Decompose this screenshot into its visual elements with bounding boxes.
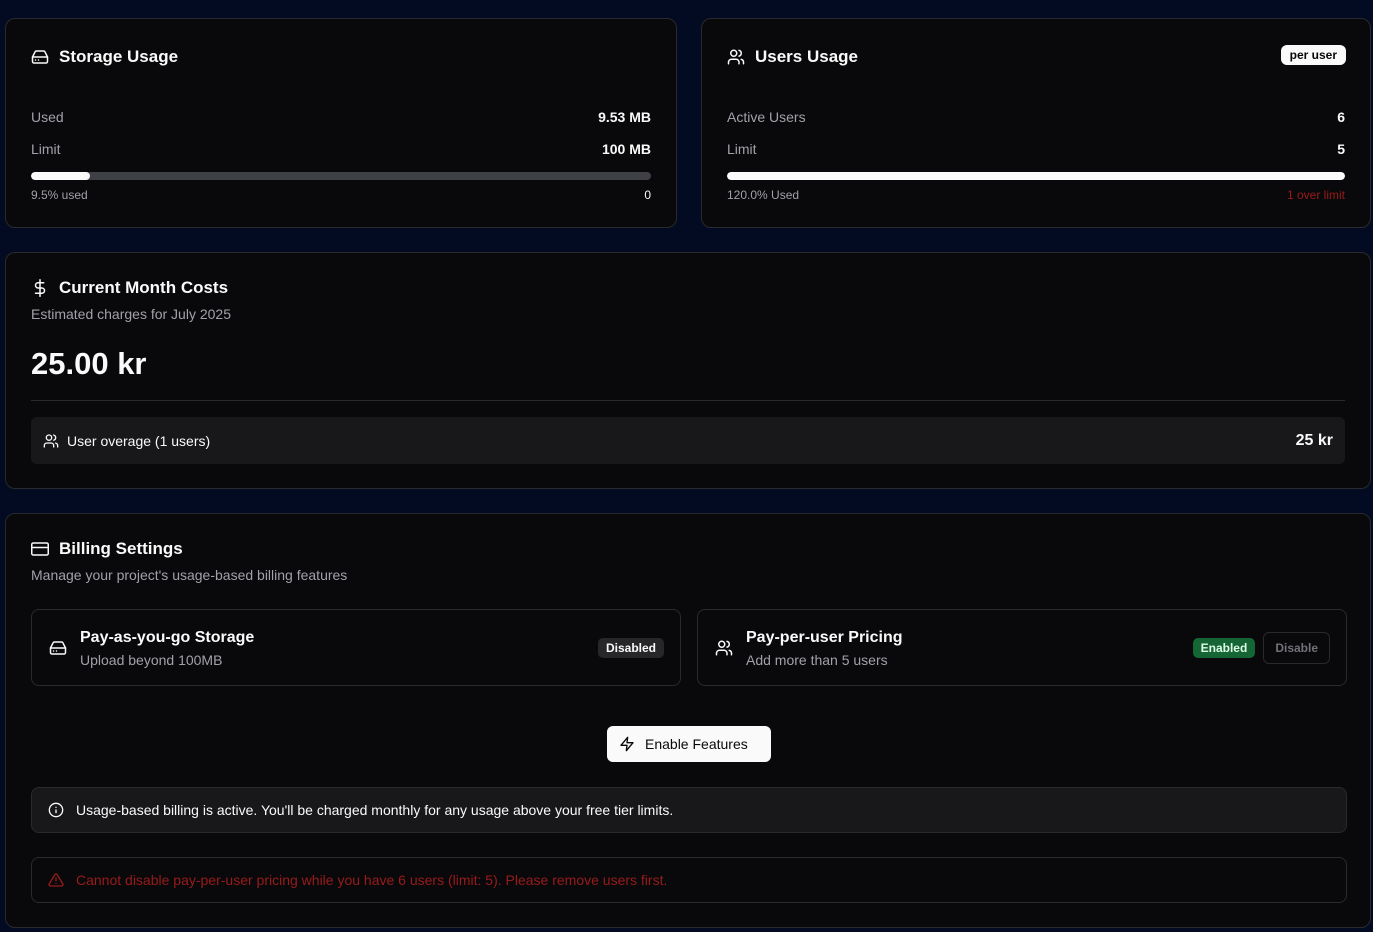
costs-title: Current Month Costs [31,278,228,298]
storage-percent-text: 9.5% used [31,188,88,202]
storage-status-badge: Disabled [597,638,664,658]
info-icon [48,802,64,818]
current-month-costs-card: Current Month Costs Estimated charges fo… [5,252,1371,489]
storage-usage-heading: Storage Usage [59,47,179,66]
costs-total: 25.00 kr [31,346,147,381]
user-status-badge: Enabled [1192,638,1256,658]
active-users-value: 6 [1337,109,1345,125]
users-icon [715,639,733,657]
billing-settings-card: Billing Settings Manage your project's u… [5,513,1371,928]
users-limit-value: 5 [1337,141,1345,157]
user-feature-title: Pay-per-user Pricing [746,629,903,646]
costs-divider [31,400,1345,401]
alert-triangle-icon [48,872,64,888]
users-icon [727,48,745,66]
storage-used-value: 9.53 MB [598,109,651,125]
users-progress-bar [727,172,1345,180]
users-progress-fill [727,172,1345,180]
disable-button[interactable]: Disable [1263,632,1330,664]
user-feature-desc: Add more than 5 users [746,652,888,668]
active-users-label: Active Users [727,109,806,125]
storage-limit-label: Limit [31,141,61,157]
billing-error-alert: Cannot disable pay-per-user pricing whil… [31,857,1347,903]
user-overage-value: 25 kr [1295,431,1333,449]
hard-drive-icon [31,48,49,66]
billing-info-text: Usage-based billing is active. You'll be… [76,802,674,818]
users-icon [43,433,59,449]
users-usage-title: Users Usage [727,47,858,67]
storage-used-label: Used [31,109,64,125]
billing-heading: Billing Settings [59,539,183,558]
users-percent-text: 120.0% Used [727,188,800,202]
storage-usage-card: Storage Usage Used 9.53 MB Limit 100 MB … [5,18,677,228]
storage-progress-bar [31,172,651,180]
dollar-sign-icon [31,279,49,297]
users-over-limit-text: 1 over limit [1286,188,1345,202]
storage-progress-fill [31,172,90,180]
users-usage-heading: Users Usage [755,47,859,66]
credit-card-icon [31,540,49,558]
costs-subtitle: Estimated charges for July 2025 [31,306,231,322]
enable-features-label: Enable Features [645,736,748,752]
billing-info-alert: Usage-based billing is active. You'll be… [31,787,1347,833]
pay-per-user-pricing-feature: Pay-per-user Pricing Add more than 5 use… [697,609,1347,686]
enable-features-button[interactable]: Enable Features [607,726,771,762]
zap-icon [619,736,635,752]
hard-drive-icon [49,639,67,657]
costs-heading: Current Month Costs [59,278,229,297]
storage-limit-value: 100 MB [601,141,651,157]
storage-feature-desc: Upload beyond 100MB [80,652,223,668]
storage-right-text: 0 [644,188,651,202]
user-overage-line-item: User overage (1 users) 25 kr [31,417,1345,464]
billing-error-text: Cannot disable pay-per-user pricing whil… [76,872,668,888]
users-limit-label: Limit [727,141,757,157]
storage-feature-title: Pay-as-you-go Storage [80,629,255,646]
per-user-badge: per user [1280,45,1346,65]
billing-title: Billing Settings [31,539,183,559]
billing-subtitle: Manage your project's usage-based billin… [31,567,348,583]
users-usage-card: Users Usage per user Active Users 6 Limi… [701,18,1371,228]
user-overage-label: User overage (1 users) [67,432,211,449]
pay-as-you-go-storage-feature: Pay-as-you-go Storage Upload beyond 100M… [31,609,681,686]
storage-usage-title: Storage Usage [31,47,178,67]
